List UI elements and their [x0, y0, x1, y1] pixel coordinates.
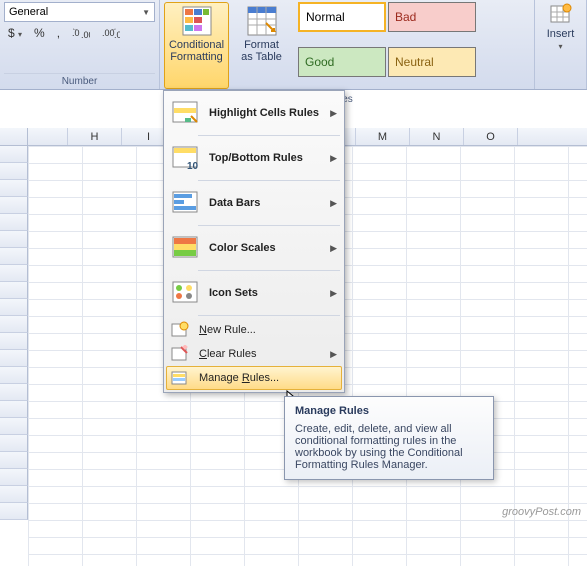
menu-color-scales[interactable]: Color Scales ▶ — [166, 228, 342, 268]
data-bars-icon — [171, 188, 201, 218]
svg-text:.00: .00 — [81, 30, 90, 40]
chevron-down-icon: ▼ — [142, 8, 150, 17]
menu-label: Highlight Cells Rules — [209, 107, 330, 119]
menu-label: Clear Rules — [199, 348, 330, 360]
col-header-h[interactable]: H — [68, 128, 122, 145]
menu-label: Icon Sets — [209, 287, 330, 299]
ribbon: General ▼ $ ▾ % , .0←.00 .00→.0 Number C… — [0, 0, 587, 90]
insert-cells-icon[interactable] — [549, 2, 573, 26]
col-header-m[interactable]: M — [356, 128, 410, 145]
cell-styles-gallery[interactable]: Normal Bad Good Neutral — [298, 2, 488, 89]
svg-text:.0: .0 — [114, 30, 120, 40]
menu-label: Top/Bottom Rules — [209, 152, 330, 164]
style-normal[interactable]: Normal — [298, 2, 386, 32]
number-group: General ▼ $ ▾ % , .0←.00 .00→.0 Number — [0, 0, 160, 89]
submenu-arrow-icon: ▶ — [330, 243, 337, 254]
menu-new-rule[interactable]: New Rule... — [166, 318, 342, 342]
decrease-decimal-button[interactable]: .00→.0 — [98, 24, 124, 42]
select-all-corner[interactable] — [0, 128, 28, 145]
style-bad[interactable]: Bad — [388, 2, 476, 32]
insert-label: Insert — [539, 28, 582, 40]
style-neutral[interactable]: Neutral — [388, 47, 476, 77]
icon-sets-icon — [171, 278, 201, 308]
new-rule-icon — [171, 321, 189, 339]
increase-decimal-button[interactable]: .0←.00 — [68, 24, 94, 42]
tooltip-body: Create, edit, delete, and view all condi… — [295, 423, 483, 471]
styles-group: Conditional Formatting Format as Table N… — [160, 0, 535, 89]
col-header-o[interactable]: O — [464, 128, 518, 145]
clear-rules-icon — [171, 345, 189, 363]
conditional-formatting-icon — [181, 5, 213, 37]
currency-button[interactable]: $ ▾ — [4, 24, 26, 42]
submenu-arrow-icon: ▶ — [330, 349, 337, 360]
style-good[interactable]: Good — [298, 47, 386, 77]
watermark: groovyPost.com — [502, 506, 581, 518]
svg-text:←: ← — [72, 26, 78, 32]
conditional-formatting-label: Conditional Formatting — [167, 39, 226, 63]
submenu-arrow-icon: ▶ — [330, 288, 337, 299]
col-header-n[interactable]: N — [410, 128, 464, 145]
percent-button[interactable]: % — [30, 24, 49, 42]
color-scales-icon — [171, 233, 201, 263]
svg-text:10: 10 — [187, 161, 199, 172]
submenu-arrow-icon: ▶ — [330, 108, 337, 119]
format-as-table-icon — [246, 5, 278, 37]
highlight-cells-icon — [171, 98, 201, 128]
menu-clear-rules[interactable]: Clear Rules ▶ — [166, 342, 342, 366]
menu-label: Data Bars — [209, 197, 330, 209]
chevron-down-icon[interactable]: ▾ — [539, 42, 582, 51]
format-as-table-button[interactable]: Format as Table — [229, 2, 294, 89]
menu-label: Manage Rules... — [199, 372, 337, 384]
conditional-formatting-menu: Highlight Cells Rules ▶ 10 Top/Bottom Ru… — [163, 90, 345, 393]
conditional-formatting-button[interactable]: Conditional Formatting — [164, 2, 229, 89]
top-bottom-icon: 10 — [171, 143, 201, 173]
menu-data-bars[interactable]: Data Bars ▶ — [166, 183, 342, 223]
number-format-value: General — [9, 6, 48, 18]
tooltip: Manage Rules Create, edit, delete, and v… — [284, 396, 494, 480]
menu-label: New Rule... — [199, 324, 337, 336]
menu-top-bottom-rules[interactable]: 10 Top/Bottom Rules ▶ — [166, 138, 342, 178]
submenu-arrow-icon: ▶ — [330, 153, 337, 164]
row-headers — [0, 146, 28, 566]
col-header[interactable] — [28, 128, 68, 145]
submenu-arrow-icon: ▶ — [330, 198, 337, 209]
number-group-label: Number — [4, 73, 155, 89]
menu-icon-sets[interactable]: Icon Sets ▶ — [166, 273, 342, 313]
format-as-table-label: Format as Table — [232, 39, 291, 63]
menu-highlight-cells-rules[interactable]: Highlight Cells Rules ▶ — [166, 93, 342, 133]
insert-group: Insert ▾ — [535, 0, 587, 89]
menu-manage-rules[interactable]: Manage Rules... — [166, 366, 342, 390]
menu-label: Color Scales — [209, 242, 330, 254]
number-format-select[interactable]: General ▼ — [4, 2, 155, 22]
tooltip-title: Manage Rules — [295, 405, 483, 417]
manage-rules-icon — [171, 369, 189, 387]
comma-button[interactable]: , — [53, 24, 64, 42]
